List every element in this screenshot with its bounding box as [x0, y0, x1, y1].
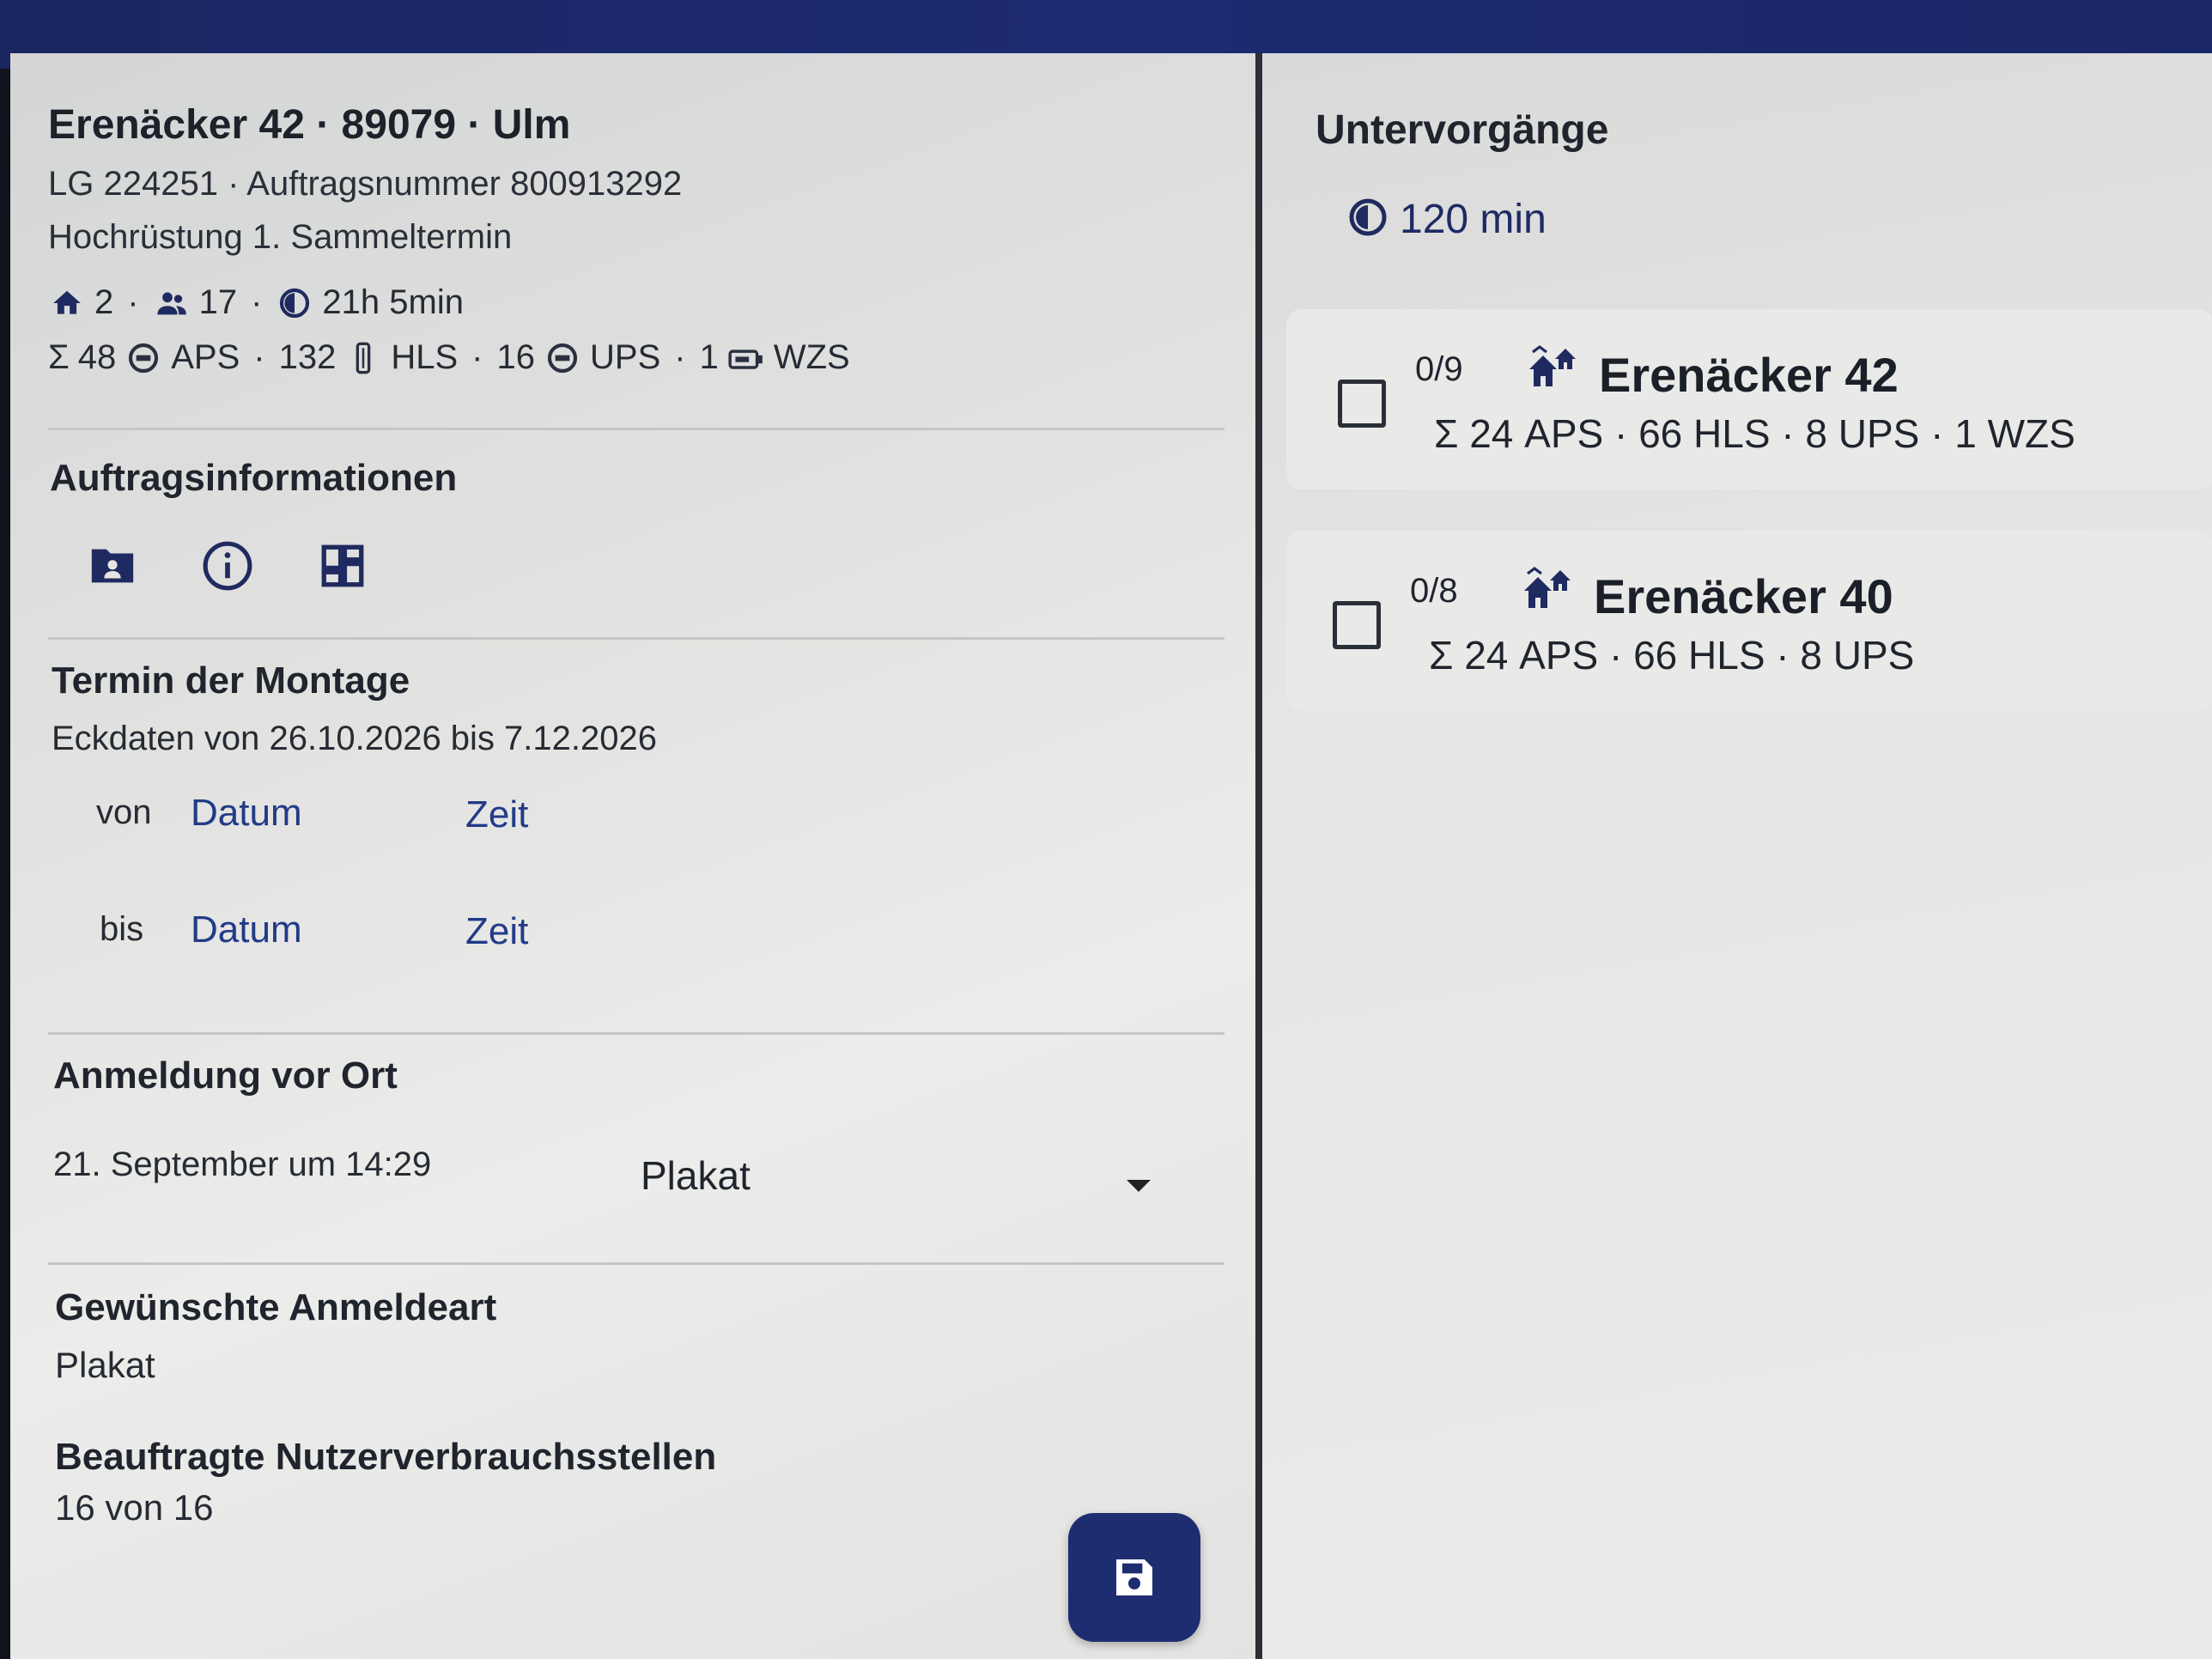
- save-icon: [1110, 1553, 1158, 1601]
- stats-row-units: 2 · 17 · 21h 5min: [48, 283, 464, 322]
- order-info-title: Auftragsinformationen: [50, 457, 458, 499]
- subprocess-summary: Σ 24 APS · 66 HLS · 8 UPS: [1429, 633, 1915, 678]
- address-title: Erenäcker 42 · 89079 · Ulm: [48, 102, 571, 148]
- timer-icon: [276, 284, 313, 322]
- divider-line: [48, 428, 1224, 430]
- onsite-registration-title: Anmeldung vor Ort: [53, 1054, 398, 1097]
- assigned-units-value: 16 von 16: [55, 1487, 214, 1528]
- divider-line: [48, 1032, 1224, 1035]
- subprocess-title: Untervorgänge: [1316, 107, 1609, 153]
- ups-label: UPS: [590, 338, 661, 376]
- key-dates-text: Eckdaten von 26.10.2026 bis 7.12.2026: [52, 720, 657, 757]
- house-count: 2: [94, 283, 114, 321]
- subprocess-duration: 120 min: [1400, 197, 1547, 242]
- ups-meter-icon: [544, 339, 581, 377]
- subprocess-summary: Σ 24 APS · 66 HLS · 8 UPS · 1 WZS: [1434, 411, 2075, 456]
- wzs-count: 1: [699, 338, 719, 376]
- radiator-icon: [344, 339, 382, 377]
- preferred-registration-value: Plakat: [55, 1345, 155, 1385]
- subprocess-card[interactable]: 0/9 Erenäcker 42 Σ 24 APS · 66 HLS · 8 U…: [1286, 309, 2212, 489]
- order-type-line: Hochrüstung 1. Sammeltermin: [48, 218, 513, 256]
- subprocess-checkbox[interactable]: [1333, 601, 1381, 649]
- subprocess-progress: 0/9: [1415, 350, 1463, 388]
- subprocess-checkbox[interactable]: [1338, 380, 1386, 428]
- to-time-field[interactable]: Zeit: [465, 910, 528, 953]
- water-meter-icon: [727, 339, 765, 377]
- person-count: 17: [198, 283, 238, 321]
- aps-label: APS: [171, 338, 240, 376]
- wzs-label: WZS: [773, 338, 850, 376]
- houses-icon: [1525, 343, 1582, 395]
- divider-line: [48, 637, 1224, 640]
- grid-icon[interactable]: [311, 534, 374, 598]
- order-number-line: LG 224251 · Auftragsnummer 800913292: [48, 165, 683, 203]
- house-icon: [48, 284, 86, 322]
- registration-type-select[interactable]: Plakat: [641, 1152, 750, 1199]
- subprocess-card[interactable]: 0/8 Erenäcker 40 Σ 24 APS · 66 HLS · 8 U…: [1286, 531, 2212, 711]
- from-date-field[interactable]: Datum: [191, 792, 302, 835]
- total-duration: 21h 5min: [322, 283, 464, 321]
- to-date-field[interactable]: Datum: [191, 908, 302, 951]
- people-icon: [153, 284, 191, 322]
- to-label: bis: [100, 910, 144, 948]
- subprocess-panel: Untervorgänge 120 min 0/9 Erenäcker 42 Σ…: [1262, 53, 2212, 1659]
- info-icon[interactable]: [196, 534, 259, 598]
- save-button[interactable]: [1068, 1513, 1200, 1642]
- houses-icon: [1520, 565, 1577, 617]
- from-label: von: [96, 793, 152, 831]
- subprocess-name: Erenäcker 40: [1594, 569, 1893, 623]
- subprocess-progress: 0/8: [1410, 572, 1458, 610]
- chevron-down-icon[interactable]: [1127, 1180, 1151, 1192]
- aps-meter-icon: [125, 339, 162, 377]
- sigma-symbol: Σ: [48, 338, 70, 376]
- contact-card-icon[interactable]: [82, 536, 143, 596]
- ups-count: 16: [496, 338, 536, 376]
- timer-icon: [1345, 194, 1391, 240]
- hls-label: HLS: [391, 338, 459, 376]
- divider-line: [48, 1262, 1224, 1265]
- app-screen: Erenäcker 42 · 89079 · Ulm LG 224251 · A…: [10, 53, 2212, 1659]
- hls-count: 132: [278, 338, 337, 376]
- from-time-field[interactable]: Zeit: [465, 793, 528, 836]
- subprocess-name: Erenäcker 42: [1599, 348, 1899, 402]
- appointment-title: Termin der Montage: [52, 659, 410, 702]
- aps-count: 48: [77, 338, 117, 376]
- panel-divider: [1255, 53, 1262, 1659]
- assigned-units-title: Beauftragte Nutzerverbrauchsstellen: [55, 1436, 717, 1478]
- preferred-registration-title: Gewünschte Anmeldeart: [55, 1286, 497, 1328]
- stats-row-devices: Σ 48 APS · 132 HLS · 16 UPS · 1 WZS: [48, 338, 850, 377]
- detail-panel: Erenäcker 42 · 89079 · Ulm LG 224251 · A…: [10, 53, 1255, 1659]
- registration-datetime: 21. September um 14:29: [53, 1146, 432, 1183]
